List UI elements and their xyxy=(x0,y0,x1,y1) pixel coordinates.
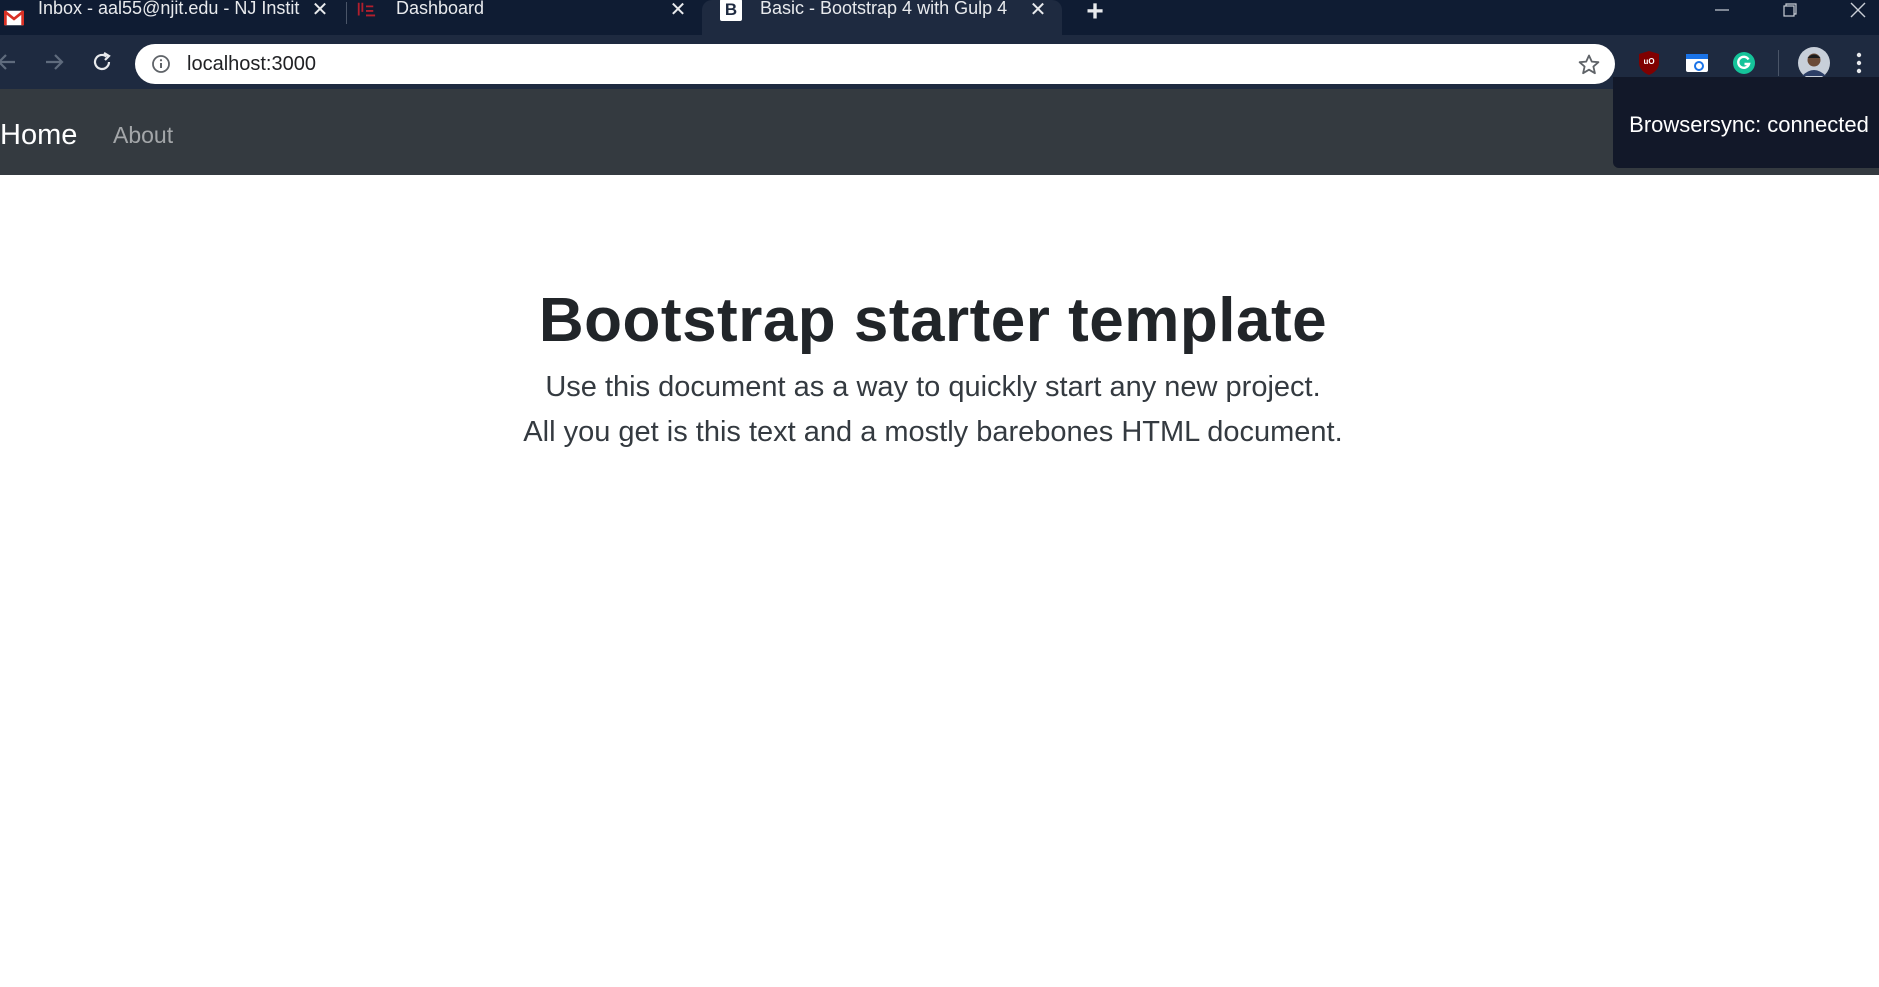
browser-menu-icon[interactable] xyxy=(1846,50,1872,76)
lead-text-line-1: Use this document as a way to quickly st… xyxy=(545,371,1321,403)
address-bar[interactable]: localhost:3000 xyxy=(135,44,1615,84)
lead-text-line-2: All you get is this text and a mostly ba… xyxy=(523,416,1343,448)
close-tab-icon[interactable]: ✕ xyxy=(308,0,332,27)
tab-title: Basic - Bootstrap 4 with Gulp 4 xyxy=(760,0,1008,18)
browser-toolbar: localhost:3000 uO xyxy=(0,35,1879,89)
tab-bootstrap-basic[interactable]: B Basic - Bootstrap 4 with Gulp 4 ✕ xyxy=(702,0,1062,35)
bootstrap-icon: B xyxy=(720,0,742,21)
minimize-icon[interactable] xyxy=(1702,0,1742,20)
tab-divider xyxy=(346,2,347,24)
close-tab-icon[interactable]: ✕ xyxy=(1026,0,1050,27)
site-info-icon[interactable] xyxy=(151,54,171,74)
close-window-icon[interactable] xyxy=(1838,0,1878,20)
svg-text:uO: uO xyxy=(1643,57,1654,66)
navbar-brand-home[interactable]: Home xyxy=(0,89,77,175)
bootstrap-icon-letter: B xyxy=(724,0,738,19)
restore-icon[interactable] xyxy=(1770,0,1810,20)
browsersync-notification: Browsersync: connected xyxy=(1613,77,1879,168)
tab-title: Inbox - aal55@njit.edu - NJ Instit xyxy=(38,0,300,18)
tab-inbox[interactable]: Inbox - aal55@njit.edu - NJ Instit ✕ xyxy=(0,0,340,35)
profile-avatar[interactable] xyxy=(1798,47,1830,79)
page-title: Bootstrap starter template xyxy=(538,286,1328,355)
new-tab-button[interactable]: + xyxy=(1081,0,1109,27)
tab-title: Dashboard xyxy=(396,0,485,18)
reload-icon[interactable] xyxy=(83,43,121,81)
njit-logo-icon xyxy=(356,0,376,20)
gmail-icon xyxy=(4,8,24,28)
ublock-icon[interactable]: uO xyxy=(1636,50,1662,76)
forward-arrow-icon[interactable] xyxy=(35,43,73,81)
bookmark-star-icon[interactable] xyxy=(1577,53,1601,77)
screenshot-extension-icon[interactable] xyxy=(1684,50,1710,76)
nav-link-about[interactable]: About xyxy=(113,89,173,175)
browser-tab-strip: Inbox - aal55@njit.edu - NJ Instit ✕ Das… xyxy=(0,0,1879,35)
page-navbar: Home About xyxy=(0,89,1879,175)
tab-dashboard[interactable]: Dashboard ✕ xyxy=(356,0,700,35)
toolbar-divider xyxy=(1778,50,1779,76)
url-text[interactable]: localhost:3000 xyxy=(187,44,316,84)
grammarly-icon[interactable] xyxy=(1731,50,1757,76)
back-arrow-icon[interactable] xyxy=(0,43,26,81)
close-tab-icon[interactable]: ✕ xyxy=(666,0,690,27)
